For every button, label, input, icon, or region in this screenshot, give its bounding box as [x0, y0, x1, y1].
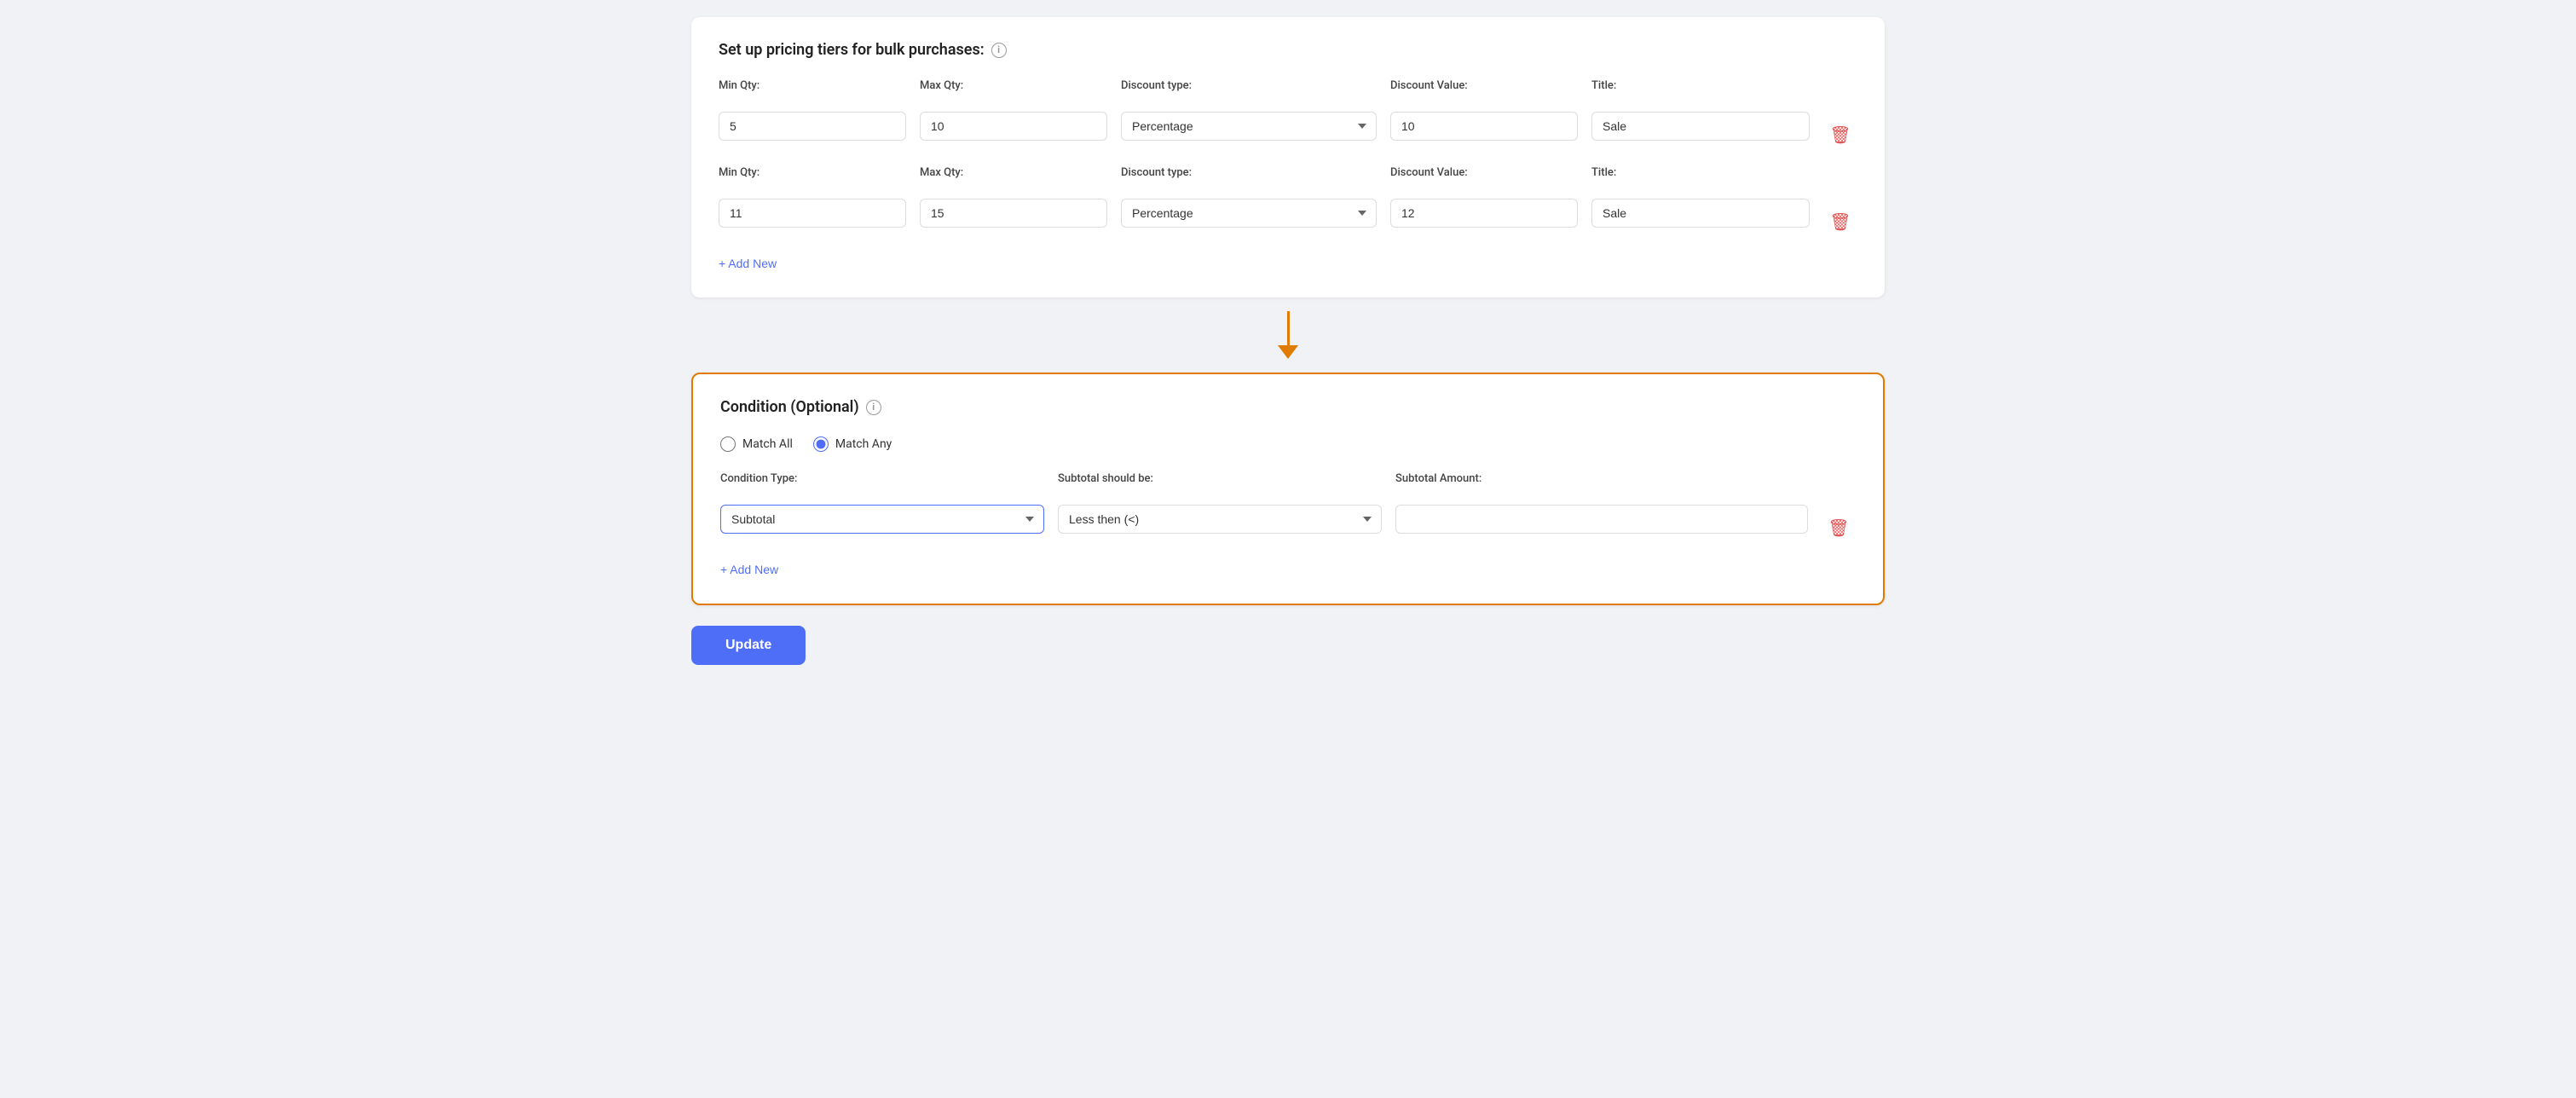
- condition-row-fields: Subtotal Total Quantity Less then (<) Gr…: [720, 495, 1856, 542]
- update-button[interactable]: Update: [691, 626, 806, 665]
- arrow-connector: [691, 298, 1885, 373]
- pricing-info-icon[interactable]: i: [991, 43, 1007, 58]
- discount-type-label-1: Discount type:: [1121, 79, 1377, 92]
- subtotal-amount-input[interactable]: [1395, 505, 1808, 534]
- condition-type-select[interactable]: Subtotal Total Quantity: [720, 505, 1044, 534]
- condition-card-title: Condition (Optional) i: [720, 398, 1856, 416]
- delete-row-1-icon: 🗑: [1829, 124, 1851, 146]
- pricing-add-new-label: + Add New: [719, 257, 777, 270]
- max-qty-input-1[interactable]: [920, 112, 1107, 141]
- subtotal-should-be-label: Subtotal should be:: [1058, 472, 1382, 485]
- discount-value-input-2[interactable]: [1390, 199, 1578, 228]
- arrow-shaft: [1287, 311, 1290, 345]
- match-any-label: Match Any: [835, 437, 892, 451]
- subtotal-condition-wrapper: Less then (<) Greater then (>) Equal to …: [1058, 505, 1382, 534]
- discount-value-label-1: Discount Value:: [1390, 79, 1578, 92]
- match-any-option[interactable]: Match Any: [813, 436, 892, 452]
- discount-type-select-1[interactable]: Percentage Fixed: [1121, 112, 1377, 141]
- max-qty-label-1: Max Qty:: [920, 79, 1107, 92]
- discount-type-wrapper-2: Percentage Fixed: [1121, 199, 1377, 228]
- delete-row-1-button[interactable]: 🗑: [1823, 121, 1857, 149]
- discount-type-wrapper-1: Percentage Fixed: [1121, 112, 1377, 141]
- max-qty-input-2[interactable]: [920, 199, 1107, 228]
- match-all-label: Match All: [742, 437, 793, 451]
- page-wrapper: Set up pricing tiers for bulk purchases:…: [691, 17, 1885, 665]
- min-qty-label-1: Min Qty:: [719, 79, 906, 92]
- condition-info-icon[interactable]: i: [866, 400, 881, 415]
- condition-row-labels: Condition Type: Subtotal should be: Subt…: [720, 472, 1856, 490]
- subtotal-amount-label: Subtotal Amount:: [1395, 472, 1808, 485]
- discount-value-label-2: Discount Value:: [1390, 166, 1578, 179]
- condition-add-new-label: + Add New: [720, 563, 778, 576]
- pricing-tiers-card: Set up pricing tiers for bulk purchases:…: [691, 17, 1885, 298]
- min-qty-input-2[interactable]: [719, 199, 906, 228]
- title-input-2[interactable]: [1591, 199, 1810, 228]
- discount-type-select-2[interactable]: Percentage Fixed: [1121, 199, 1377, 228]
- row-1-fields: Percentage Fixed 🗑: [719, 102, 1857, 149]
- pricing-card-title: Set up pricing tiers for bulk purchases:…: [719, 41, 1857, 59]
- condition-title-text: Condition (Optional): [720, 398, 859, 416]
- arrow-head: [1278, 345, 1298, 359]
- discount-type-label-2: Discount type:: [1121, 166, 1377, 179]
- subtotal-condition-select[interactable]: Less then (<) Greater then (>) Equal to …: [1058, 505, 1382, 534]
- match-any-radio[interactable]: [813, 436, 829, 452]
- condition-type-label: Condition Type:: [720, 472, 1044, 485]
- row-2-fields: Percentage Fixed 🗑: [719, 189, 1857, 236]
- match-all-radio[interactable]: [720, 436, 736, 452]
- title-label-2: Title:: [1591, 166, 1810, 179]
- condition-type-wrapper: Subtotal Total Quantity: [720, 505, 1044, 534]
- row-2-labels: Min Qty: Max Qty: Discount type: Discoun…: [719, 166, 1857, 184]
- delete-row-2-icon: 🗑: [1829, 211, 1851, 233]
- pricing-title-text: Set up pricing tiers for bulk purchases:: [719, 41, 985, 59]
- pricing-add-new-button[interactable]: + Add New: [719, 253, 777, 274]
- delete-row-2-button[interactable]: 🗑: [1823, 208, 1857, 236]
- min-qty-input-1[interactable]: [719, 112, 906, 141]
- update-button-label: Update: [725, 638, 771, 652]
- title-label-1: Title:: [1591, 79, 1810, 92]
- match-radio-group: Match All Match Any: [720, 436, 1856, 452]
- max-qty-label-2: Max Qty:: [920, 166, 1107, 179]
- arrow-down: [1278, 311, 1298, 359]
- discount-value-input-1[interactable]: [1390, 112, 1578, 141]
- condition-add-new-button[interactable]: + Add New: [720, 559, 778, 580]
- delete-condition-button[interactable]: 🗑: [1822, 514, 1856, 542]
- condition-card: Condition (Optional) i Match All Match A…: [691, 373, 1885, 605]
- delete-condition-icon: 🗑: [1828, 517, 1849, 539]
- match-all-option[interactable]: Match All: [720, 436, 793, 452]
- title-input-1[interactable]: [1591, 112, 1810, 141]
- min-qty-label-2: Min Qty:: [719, 166, 906, 179]
- footer: Update: [691, 605, 1885, 665]
- row-1-labels: Min Qty: Max Qty: Discount type: Discoun…: [719, 79, 1857, 97]
